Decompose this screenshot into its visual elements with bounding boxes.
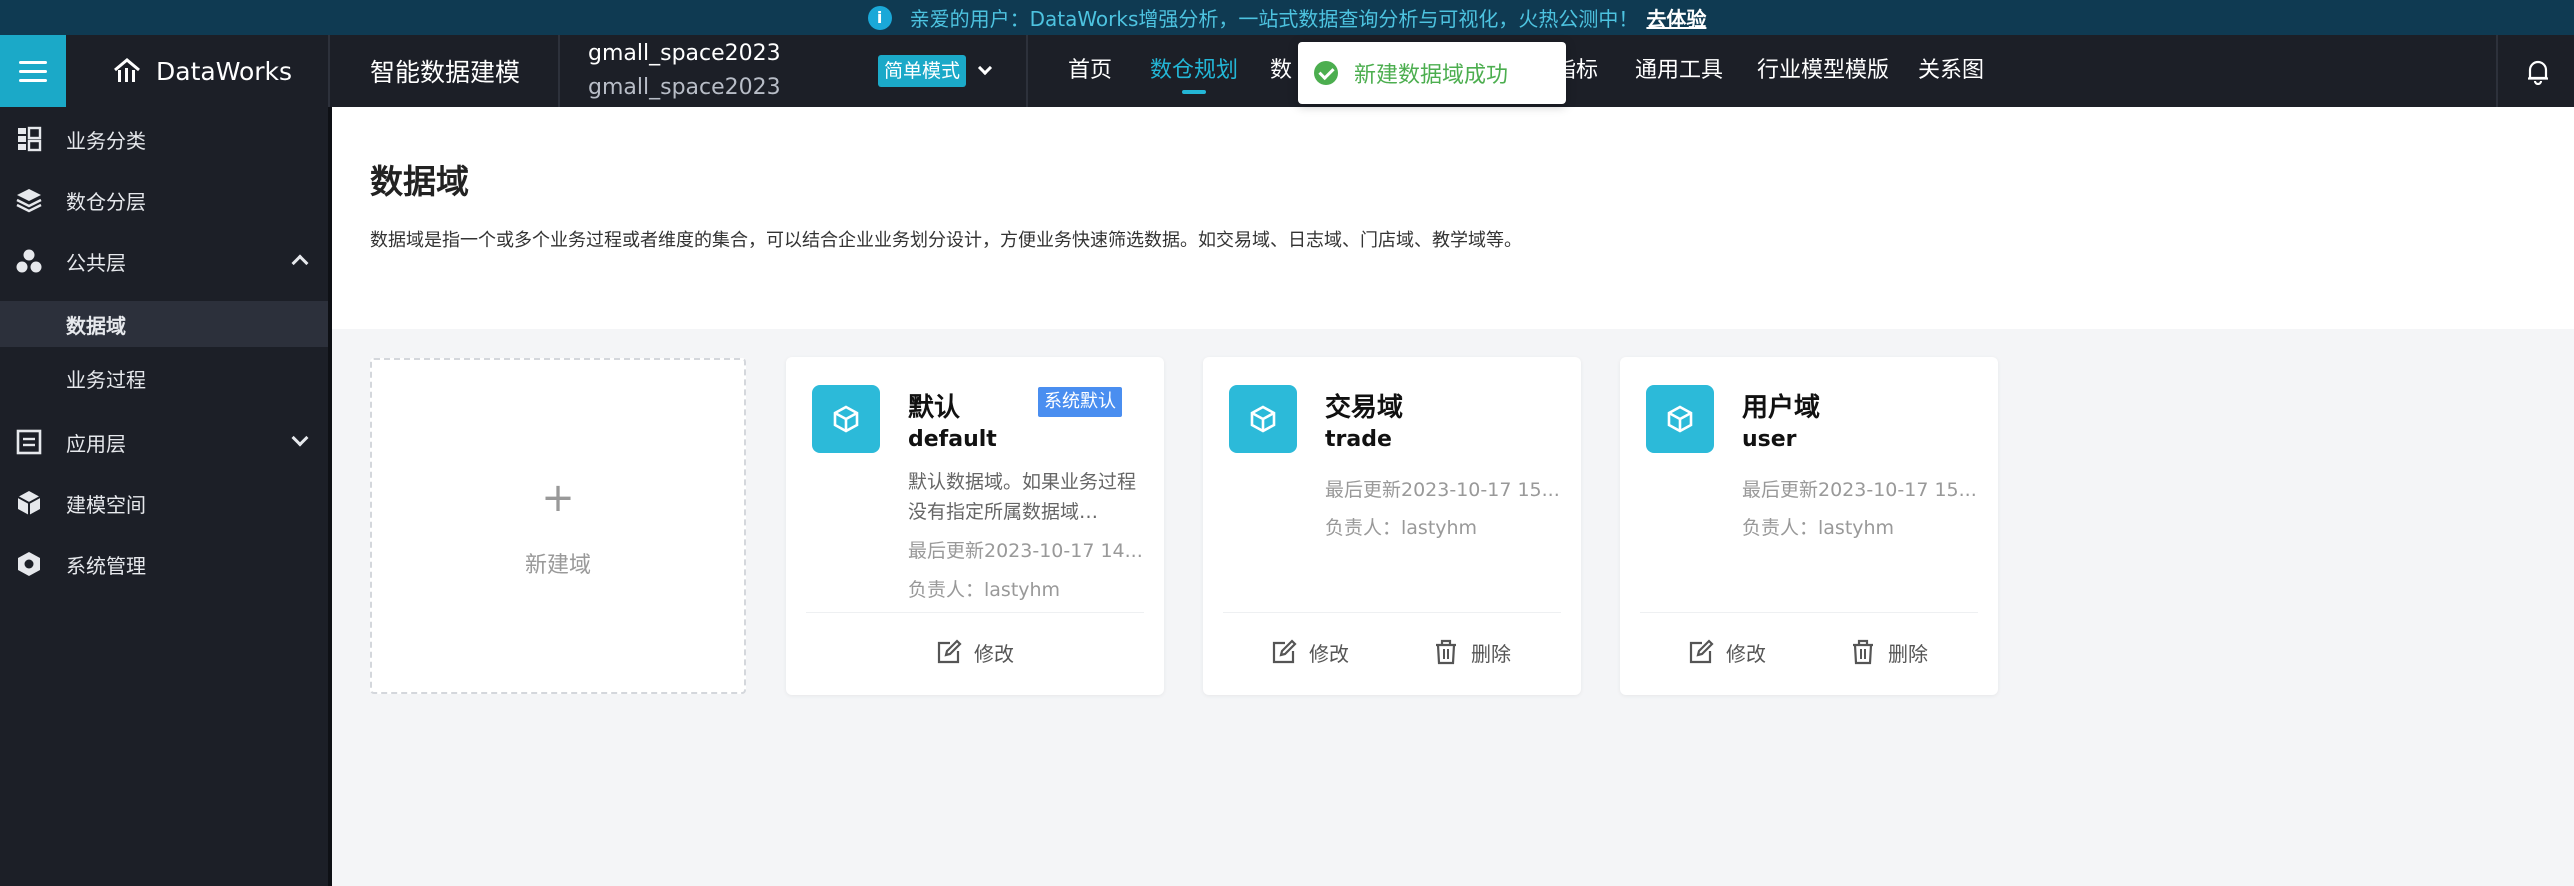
card-divider (1223, 612, 1561, 613)
sidebar-item-warehouse-layers[interactable]: 数仓分层 (0, 172, 328, 228)
edit-button[interactable]: 修改 (1271, 637, 1349, 667)
bell-icon[interactable] (2526, 59, 2550, 85)
page-title: 数据域 (370, 162, 469, 201)
domain-name: 默认 (908, 393, 961, 423)
sidebar-item-label: 数据域 (66, 313, 126, 338)
domain-cube-icon (1229, 385, 1297, 453)
sidebar-item-label: 业务过程 (66, 367, 146, 392)
announcement-bar: i 亲爱的用户：DataWorks增强分析，一站式数据查询分析与可视化，火热公测… (0, 0, 2574, 35)
cube-icon (17, 491, 41, 515)
edit-icon (1689, 639, 1714, 664)
divider (2496, 35, 2498, 107)
edit-label: 修改 (1726, 641, 1766, 666)
announcement-text: 亲爱的用户：DataWorks增强分析，一站式数据查询分析与可视化，火热公测中！ (909, 7, 1639, 31)
edit-label: 修改 (1309, 641, 1349, 666)
edit-button[interactable]: 修改 (936, 637, 1014, 667)
top-navbar: DataWorks 智能数据建模 gmall_space2023 gmall_s… (0, 35, 2574, 107)
settings-icon (18, 552, 40, 576)
sidebar-item-application-layer[interactable]: 应用层 (0, 414, 328, 470)
sidebar-item-label: 建模空间 (66, 492, 146, 517)
sidebar-item-business-process[interactable]: 业务过程 (0, 355, 328, 401)
sidebar-item-business-category[interactable]: 业务分类 (0, 111, 328, 167)
system-default-badge: 系统默认 (1038, 387, 1122, 417)
domain-updated: 最后更新2023-10-17 14... (908, 540, 1143, 562)
delete-button[interactable]: 删除 (1850, 637, 1928, 667)
delete-label: 删除 (1471, 641, 1511, 666)
workspace-name: gmall_space2023 (588, 41, 781, 66)
domain-card-user: 用户域 user 最后更新2023-10-17 15... 负责人：lastyh… (1620, 357, 1998, 695)
domain-name: 用户域 (1742, 393, 1821, 423)
list-icon (16, 429, 42, 455)
edit-icon (1272, 639, 1297, 664)
trash-icon (1853, 639, 1873, 665)
domain-updated: 最后更新2023-10-17 15... (1742, 479, 1977, 501)
sidebar-item-common-layer[interactable]: 公共层 (0, 233, 328, 289)
dataworks-logo-icon (114, 58, 140, 82)
divider (1026, 35, 1028, 107)
plus-icon: + (541, 475, 575, 521)
card-divider (1640, 612, 1978, 613)
nav-relation-graph[interactable]: 关系图 (1918, 35, 1984, 107)
edit-icon (937, 639, 962, 664)
delete-button[interactable]: 删除 (1433, 637, 1511, 667)
domain-description: 默认数据域。如果业务过程没有指定所属数据域… (908, 471, 1137, 523)
edit-button[interactable]: 修改 (1688, 637, 1766, 667)
trash-icon (1436, 639, 1456, 665)
nav-common-tools[interactable]: 通用工具 (1635, 35, 1723, 107)
product-name: 智能数据建模 (370, 58, 521, 87)
mode-badge: 简单模式 (878, 55, 967, 87)
domain-code: default (908, 427, 997, 452)
domain-owner: 负责人：lastyhm (1325, 517, 1478, 539)
sidebar-item-label: 业务分类 (66, 128, 146, 153)
domain-cube-icon (1646, 385, 1714, 453)
success-toast: 新建数据域成功 (1298, 42, 1566, 104)
card-divider (806, 612, 1144, 613)
category-icon (18, 126, 42, 152)
domain-updated: 最后更新2023-10-17 15... (1325, 479, 1560, 501)
domain-owner: 负责人：lastyhm (908, 579, 1061, 601)
workspace-selector[interactable]: gmall_space2023 gmall_space2023 (588, 37, 781, 105)
nav-industry-templates[interactable]: 行业模型模版 (1757, 35, 1889, 107)
menu-toggle-button[interactable] (0, 35, 66, 107)
domain-code: trade (1325, 427, 1392, 452)
mode-selector[interactable]: 简单模式 (878, 54, 993, 88)
announcement-link[interactable]: 去体验 (1646, 3, 1706, 32)
new-domain-card[interactable]: + 新建域 (370, 358, 746, 694)
brand[interactable]: DataWorks (112, 35, 292, 107)
brand-name: DataWorks (156, 56, 293, 86)
edit-label: 修改 (974, 641, 1014, 666)
new-domain-label: 新建域 (524, 553, 591, 578)
nav-data-standard[interactable]: 数 (1270, 35, 1292, 107)
nav-home[interactable]: 首页 (1068, 35, 1112, 107)
domain-name: 交易域 (1325, 393, 1404, 423)
chevron-down-icon (291, 429, 309, 447)
sidebar-item-label: 公共层 (66, 250, 126, 275)
domain-card-trade: 交易域 trade 最后更新2023-10-17 15... 负责人：lasty… (1203, 357, 1581, 695)
page-header (332, 107, 2574, 329)
sidebar-item-modeling-space[interactable]: 建模空间 (0, 475, 328, 531)
sidebar: 业务分类 数仓分层 公共层 数据域 业务过程 应用层 建模空间 系统管理 (0, 107, 328, 886)
toast-message: 新建数据域成功 (1354, 63, 1509, 88)
cluster-icon (16, 249, 42, 273)
sidebar-item-label: 系统管理 (66, 553, 146, 578)
info-icon: i (867, 5, 892, 30)
chevron-up-icon (291, 254, 309, 272)
domain-owner: 负责人：lastyhm (1742, 517, 1895, 539)
domain-cube-icon (812, 385, 880, 453)
layers-icon (16, 189, 42, 213)
nav-warehouse-planning[interactable]: 数仓规划 (1150, 35, 1238, 107)
sidebar-item-system-management[interactable]: 系统管理 (0, 536, 328, 592)
divider (328, 35, 330, 107)
delete-label: 删除 (1888, 641, 1928, 666)
page-description: 数据域是指一个或多个业务过程或者维度的集合，可以结合企业业务划分设计，方便业务快… (370, 230, 1522, 251)
divider (558, 35, 560, 107)
workspace-subname: gmall_space2023 (588, 75, 781, 100)
chevron-down-icon (977, 60, 993, 76)
sidebar-item-label: 应用层 (66, 431, 126, 456)
sidebar-item-data-domain[interactable]: 数据域 (0, 301, 328, 347)
check-circle-icon (1314, 61, 1338, 85)
sidebar-item-label: 数仓分层 (66, 189, 146, 214)
domain-code: user (1742, 427, 1797, 452)
domain-card-default: 默认 系统默认 default 默认数据域。如果业务过程没有指定所属数据域… 最… (786, 357, 1164, 695)
